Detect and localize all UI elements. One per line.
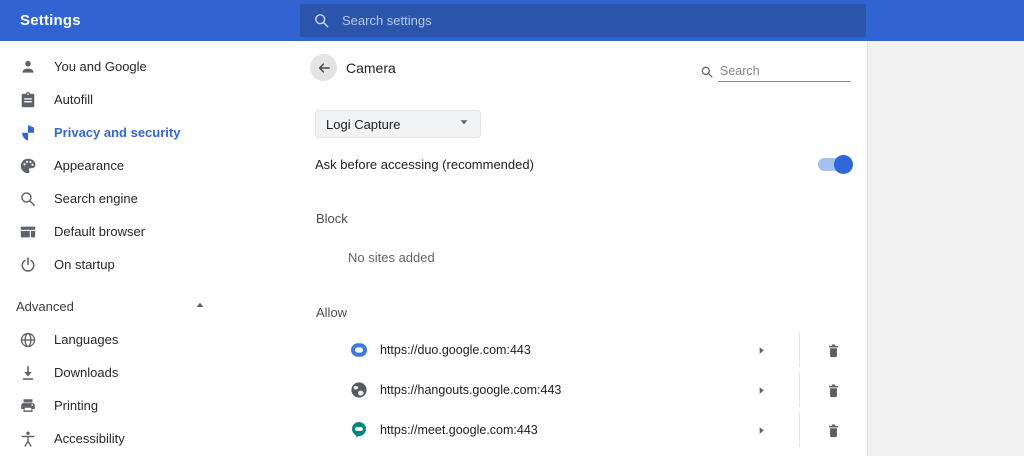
person-icon (18, 57, 38, 77)
accessibility-icon (18, 429, 38, 449)
page-search-field[interactable] (700, 58, 852, 82)
sidebar-item-autofill[interactable]: Autofill (0, 83, 300, 116)
camera-device-select[interactable]: Logi Capture (315, 110, 481, 138)
sidebar-item-label: On startup (54, 257, 115, 272)
block-section-label: Block (316, 211, 348, 226)
sidebar-item-label: Languages (54, 332, 119, 347)
site-url: https://hangouts.google.com:443 (380, 383, 562, 397)
expand-site-button[interactable] (749, 378, 773, 402)
sidebar-item-label: Search engine (54, 191, 138, 206)
browser-icon (18, 222, 38, 242)
sidebar-item-appearance[interactable]: Appearance (0, 149, 300, 182)
block-empty-text: No sites added (348, 250, 435, 265)
expand-site-button[interactable] (749, 338, 773, 362)
globe-favicon-icon (351, 382, 367, 398)
palette-icon (18, 156, 38, 176)
sidebar-item-languages[interactable]: Languages (0, 323, 300, 356)
delete-site-button[interactable] (821, 378, 845, 402)
site-url: https://duo.google.com:443 (380, 343, 531, 357)
delete-site-button[interactable] (821, 418, 845, 442)
settings-search-input[interactable] (342, 13, 782, 28)
chevron-right-icon (759, 426, 764, 434)
sidebar-item-privacy-and-security[interactable]: Privacy and security (0, 116, 300, 149)
download-icon (18, 363, 38, 383)
settings-search-box[interactable] (300, 4, 866, 37)
site-row-hangouts: https://hangouts.google.com:443 (300, 370, 866, 410)
expand-site-button[interactable] (749, 418, 773, 442)
chevron-right-icon (759, 346, 764, 354)
chevron-right-icon (759, 386, 764, 394)
sidebar-item-search-engine[interactable]: Search engine (0, 182, 300, 215)
camera-device-value: Logi Capture (326, 116, 401, 132)
sidebar-item-label: Default browser (54, 224, 146, 239)
sidebar-item-label: Privacy and security (54, 125, 181, 140)
settings-sidebar: You and Google Autofill Privacy and secu… (0, 41, 300, 456)
ask-before-accessing-row: Ask before accessing (recommended) (315, 149, 855, 179)
search-icon (18, 189, 38, 209)
shield-icon (18, 123, 38, 143)
settings-title: Settings (20, 12, 81, 29)
row-divider (799, 373, 800, 407)
sidebar-advanced-toggle[interactable]: Advanced (0, 290, 300, 323)
trash-icon (828, 344, 838, 357)
allow-site-list: https://duo.google.com:443 https://hango… (300, 330, 866, 450)
search-icon (701, 66, 713, 78)
duo-favicon-icon (351, 343, 367, 357)
back-button[interactable] (310, 54, 337, 81)
page-search-input[interactable] (718, 62, 851, 82)
row-divider (799, 413, 800, 447)
sidebar-item-accessibility[interactable]: Accessibility (0, 422, 300, 455)
sidebar-item-label: Appearance (54, 158, 125, 173)
sidebar-item-printing[interactable]: Printing (0, 389, 300, 422)
page-title: Camera (346, 60, 396, 76)
ask-before-accessing-toggle[interactable] (818, 155, 853, 174)
sidebar-item-label: Downloads (54, 365, 119, 380)
site-row-duo: https://duo.google.com:443 (300, 330, 866, 370)
toggle-knob (834, 155, 853, 174)
camera-settings-panel: Camera Logi Capture Ask before accessing… (300, 41, 866, 456)
printer-icon (18, 396, 38, 416)
ask-before-accessing-label: Ask before accessing (recommended) (315, 156, 534, 172)
sidebar-item-label: Printing (54, 398, 99, 413)
sidebar-item-you-and-google[interactable]: You and Google (0, 50, 300, 83)
advanced-label: Advanced (16, 299, 74, 314)
globe-icon (18, 330, 38, 350)
chevron-up-icon (194, 298, 206, 316)
search-icon (315, 14, 329, 28)
top-toolbar: Settings (0, 0, 1024, 41)
meet-favicon-icon (352, 422, 366, 438)
sidebar-item-label: Autofill (54, 92, 94, 107)
site-row-link[interactable]: https://duo.google.com:443 (300, 330, 799, 370)
sidebar-item-on-startup[interactable]: On startup (0, 248, 300, 281)
row-divider (799, 333, 800, 367)
site-row-link[interactable]: https://meet.google.com:443 (300, 410, 799, 450)
sidebar-item-downloads[interactable]: Downloads (0, 356, 300, 389)
sidebar-item-label: Accessibility (54, 431, 125, 446)
chevron-down-icon (458, 115, 470, 133)
delete-site-button[interactable] (821, 338, 845, 362)
allow-section-label: Allow (316, 305, 348, 320)
right-gutter (867, 41, 1024, 456)
power-icon (18, 255, 38, 275)
site-url: https://meet.google.com:443 (380, 423, 538, 437)
trash-icon (828, 424, 838, 437)
site-row-link[interactable]: https://hangouts.google.com:443 (300, 370, 799, 410)
trash-icon (828, 384, 838, 397)
autofill-icon (18, 90, 38, 110)
site-row-meet: https://meet.google.com:443 (300, 410, 866, 450)
back-arrow-icon (318, 62, 330, 73)
sidebar-item-label: You and Google (54, 59, 147, 74)
sidebar-item-default-browser[interactable]: Default browser (0, 215, 300, 248)
